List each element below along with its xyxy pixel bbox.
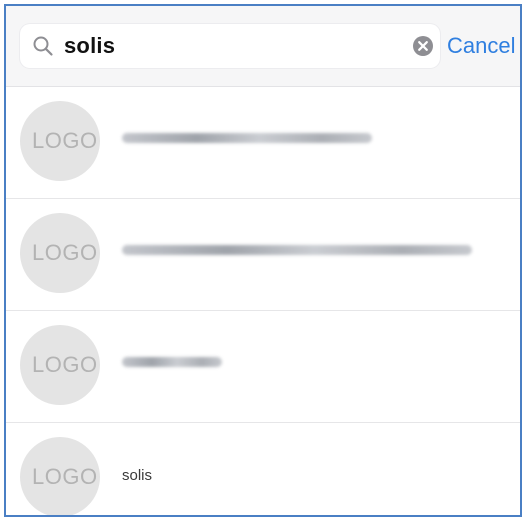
redacted-name — [122, 357, 222, 367]
result-item[interactable]: LOGO — [6, 311, 520, 423]
search-icon — [33, 36, 53, 56]
search-results-list: LOGO LOGO LOGO LOGO solis — [6, 87, 520, 515]
logo-placeholder-text: LOGO — [32, 240, 98, 265]
logo-avatar: LOGO — [20, 437, 100, 515]
clear-icon[interactable] — [412, 35, 434, 57]
cancel-button[interactable]: Cancel — [447, 24, 515, 68]
logo-avatar: LOGO — [20, 325, 100, 405]
redacted-name — [122, 245, 472, 255]
result-item[interactable]: LOGO solis — [6, 423, 520, 515]
search-input[interactable]: solis — [64, 24, 115, 68]
logo-placeholder-text: LOGO — [32, 464, 98, 489]
search-bar: solis Cancel — [6, 6, 520, 87]
logo-placeholder-text: LOGO — [32, 352, 98, 377]
result-name: solis — [122, 467, 153, 484]
redacted-name — [122, 133, 372, 143]
logo-avatar: LOGO — [20, 101, 100, 181]
search-field[interactable]: solis — [20, 24, 440, 68]
logo-avatar: LOGO — [20, 213, 100, 293]
result-item[interactable]: LOGO — [6, 87, 520, 199]
result-item[interactable]: LOGO — [6, 199, 520, 311]
logo-placeholder-text: LOGO — [32, 128, 98, 153]
app-frame: solis Cancel LOGO LOGO LOGO LOGO solis — [4, 4, 522, 517]
